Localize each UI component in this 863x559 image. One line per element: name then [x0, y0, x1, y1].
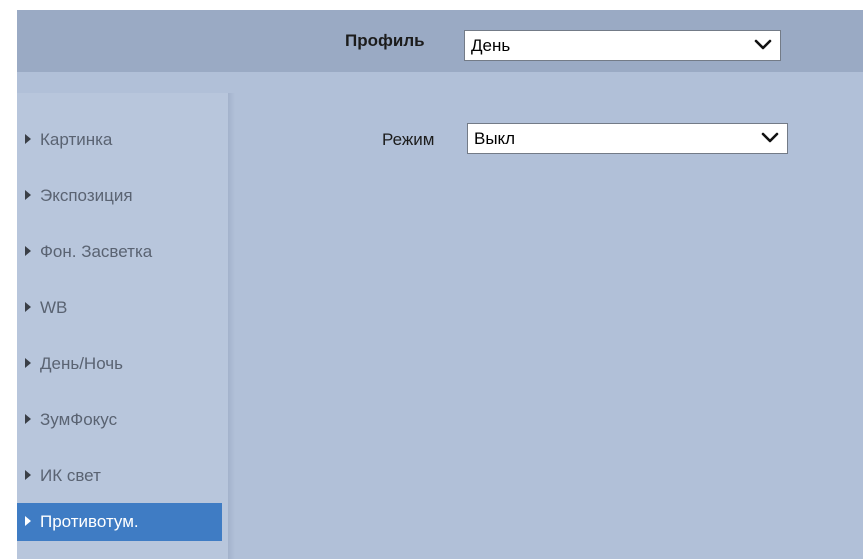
sidebar: Картинка Экспозиция Фон. Засветка WB Ден… [17, 93, 228, 559]
chevron-down-icon [754, 39, 772, 50]
triangle-right-icon [25, 358, 31, 368]
triangle-right-icon [25, 246, 31, 256]
triangle-right-icon [25, 134, 31, 144]
mode-select[interactable]: Выкл [467, 123, 788, 154]
triangle-right-icon [25, 470, 31, 480]
chevron-down-icon [761, 132, 779, 143]
sidebar-item-defog[interactable]: Противотум. [17, 503, 222, 541]
profile-label: Профиль [345, 31, 425, 50]
sidebar-item-label: Фон. Засветка [40, 242, 153, 261]
sidebar-item-label: День/Ночь [40, 354, 124, 373]
sidebar-item-wb[interactable]: WB [17, 289, 222, 327]
sidebar-item-backlight[interactable]: Фон. Засветка [17, 233, 222, 271]
sidebar-divider [228, 93, 235, 559]
sidebar-item-label: Картинка [40, 130, 113, 149]
sidebar-item-zoom-focus[interactable]: ЗумФокус [17, 401, 222, 439]
triangle-right-icon [25, 516, 31, 526]
profile-select[interactable]: День [464, 30, 781, 61]
sidebar-item-picture[interactable]: Картинка [17, 121, 222, 159]
triangle-right-icon [25, 190, 31, 200]
profile-select-value: День [471, 36, 511, 55]
sidebar-item-label: ЗумФокус [40, 410, 118, 429]
sidebar-item-day-night[interactable]: День/Ночь [17, 345, 222, 383]
triangle-right-icon [25, 414, 31, 424]
mode-select-value: Выкл [474, 129, 516, 148]
mode-label: Режим [382, 130, 435, 149]
settings-panel: Профиль День Картинка Экспозиция Фон. За… [17, 10, 863, 559]
sidebar-item-ir-light[interactable]: ИК свет [17, 457, 222, 495]
sidebar-item-label: WB [40, 298, 68, 317]
triangle-right-icon [25, 302, 31, 312]
sidebar-item-exposure[interactable]: Экспозиция [17, 177, 222, 215]
sidebar-item-label: Экспозиция [40, 186, 133, 205]
profile-bar: Профиль День [17, 10, 863, 72]
sidebar-item-label: Противотум. [40, 512, 139, 531]
sidebar-item-label: ИК свет [40, 466, 101, 485]
